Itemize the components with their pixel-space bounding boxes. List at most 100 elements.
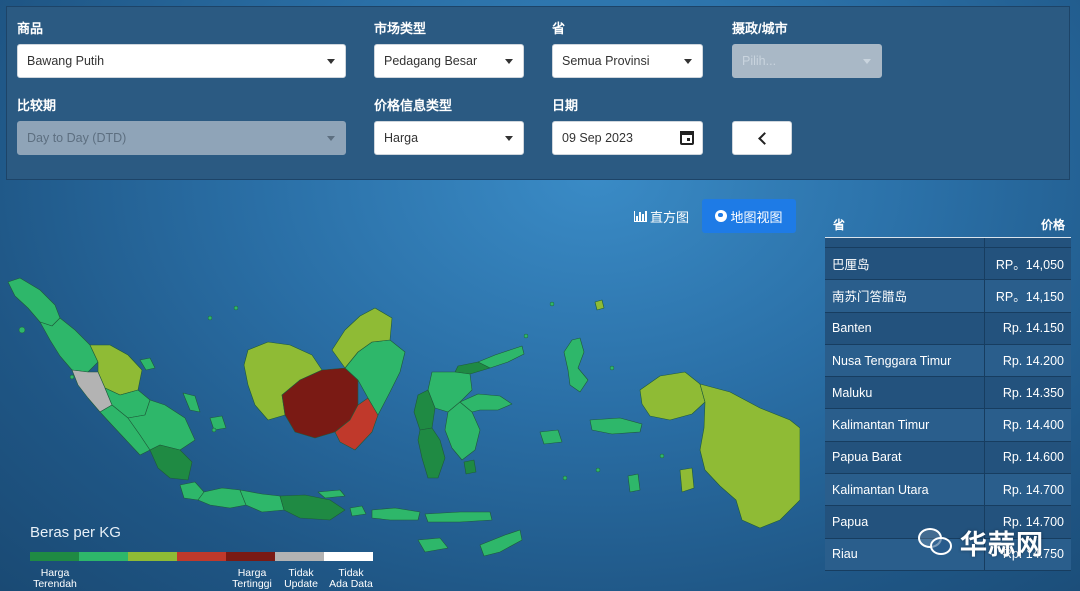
price-table: 省 价格 巴厘岛 RP。14,050 南苏门答腊岛 RP。14,150 Banten… — [825, 205, 1071, 571]
comparison-select[interactable]: Day to Day (DTD) — [17, 121, 346, 155]
region-ntt-flores[interactable] — [424, 511, 493, 523]
region-sulawesi-selatan[interactable] — [417, 427, 446, 479]
table-cell-price: RP。14,150 — [995, 290, 1064, 305]
table-row[interactable]: Kalimantan Timur Rp. 14.400 — [825, 409, 1071, 442]
island-small — [69, 374, 75, 380]
region-papua-barat[interactable] — [639, 371, 706, 421]
region-maluku-small1[interactable] — [594, 299, 605, 311]
table-cell-province: Maluku — [825, 377, 985, 409]
table-cell-price: RP。14,050 — [995, 258, 1064, 273]
table-cell-price: Rp. 14.700 — [1002, 482, 1064, 497]
bar-chart-icon — [634, 210, 647, 222]
table-cell-province: Nusa Tenggara Timur — [825, 344, 985, 377]
price-info-select[interactable]: Harga — [374, 121, 524, 155]
table-cell-price: Rp. 14.400 — [1002, 418, 1064, 433]
table-row[interactable]: 巴厘岛 RP。14,050 — [825, 248, 1071, 281]
legend-label-lowest-line2: Terendah — [33, 578, 77, 590]
table-cell-province: Kalimantan Utara — [825, 474, 985, 506]
table-cell-price: Rp. 14.200 — [1002, 353, 1064, 368]
region-jawa-barat[interactable] — [197, 487, 247, 509]
map-view-label: 地图视图 — [730, 209, 783, 225]
table-row[interactable]: Kalimantan Utara Rp. 14.700 — [825, 474, 1071, 507]
market-type-select[interactable]: Pedagang Besar — [374, 44, 524, 78]
market-type-select-value: Pedagang Besar — [384, 54, 478, 68]
wechat-icon — [918, 527, 952, 558]
region-ntt-timor[interactable] — [479, 529, 523, 557]
chevron-down-icon — [684, 59, 692, 64]
chevron-down-icon — [327, 136, 335, 141]
province-select[interactable]: Semua Provinsi — [552, 44, 703, 78]
island-small — [18, 326, 26, 334]
region-bangka-belitung[interactable] — [182, 392, 201, 413]
back-button[interactable] — [732, 121, 792, 155]
table-row[interactable]: Papua Barat Rp. 14.600 — [825, 441, 1071, 475]
region-bali[interactable] — [349, 505, 367, 517]
region-maluku-buru[interactable] — [539, 429, 563, 445]
table-row[interactable]: Maluku Rp. 14.350 — [825, 377, 1071, 410]
comparison-label: 比较期 — [17, 98, 57, 113]
commodity-select-value: Bawang Putih — [27, 54, 105, 68]
region-maluku-utara[interactable] — [563, 337, 589, 393]
region-jawa-timur[interactable] — [279, 494, 346, 521]
region-aceh[interactable] — [7, 277, 61, 327]
island-small — [523, 333, 529, 339]
regency-select-placeholder: Pilih... — [742, 54, 777, 68]
comparison-select-value: Day to Day (DTD) — [27, 131, 127, 145]
commodity-label: 商品 — [17, 21, 44, 36]
region-belitung[interactable] — [209, 415, 227, 431]
table-row[interactable]: Nusa Tenggara Timur Rp. 14.200 — [825, 344, 1071, 378]
region-ntb[interactable] — [371, 507, 421, 521]
legend-swatch-6 — [275, 552, 324, 561]
column-header-price[interactable]: 价格 — [1041, 216, 1065, 233]
legend-label-no-update: Tidak Update — [276, 568, 326, 590]
map-view-button[interactable]: 地图视图 — [702, 199, 796, 233]
column-header-province[interactable]: 省 — [833, 216, 845, 233]
histogram-view-button[interactable]: 直方图 — [626, 200, 697, 232]
legend-label-highest-line2: Tertinggi — [232, 578, 272, 590]
chevron-down-icon — [863, 59, 871, 64]
indonesia-map — [7, 277, 800, 557]
island-small — [609, 365, 615, 371]
table-row[interactable]: Banten Rp. 14.150 — [825, 312, 1071, 345]
island-small — [233, 305, 239, 311]
region-maluku-tanimbar[interactable] — [627, 473, 641, 493]
legend-swatch-3 — [128, 552, 177, 561]
regency-select[interactable]: Pilih... — [732, 44, 882, 78]
filter-panel: 商品 Bawang Putih 市场类型 Pedagang Besar 省 Se… — [6, 6, 1070, 180]
price-info-label: 价格信息类型 — [374, 98, 453, 113]
region-maluku-seram[interactable] — [589, 417, 643, 435]
table-cell-price: Rp. 14.600 — [1002, 450, 1064, 465]
legend-title: Beras per KG — [30, 524, 121, 541]
region-ntt-sumba[interactable] — [417, 537, 449, 553]
table-cell-price: Rp. 14.350 — [1002, 385, 1064, 400]
calendar-icon[interactable] — [680, 131, 694, 145]
region-sumatera-utara[interactable] — [39, 317, 99, 373]
table-cell-province: 巴厘岛 — [825, 248, 985, 280]
date-input[interactable]: 09 Sep 2023 — [552, 121, 703, 155]
legend-swatch-2 — [79, 552, 128, 561]
price-info-select-value: Harga — [384, 131, 419, 145]
table-cell-province: 南苏门答腊岛 — [825, 280, 985, 312]
region-madura[interactable] — [317, 489, 346, 499]
legend-swatch-5 — [226, 552, 275, 561]
commodity-select[interactable]: Bawang Putih — [17, 44, 346, 78]
region-sulawesi-utara[interactable] — [477, 345, 525, 369]
island-small — [207, 315, 213, 321]
region-jawa-tengah[interactable] — [239, 489, 285, 513]
region-maluku-aru[interactable] — [679, 467, 695, 493]
region-buton[interactable] — [463, 459, 477, 475]
table-cell-province: Papua Barat — [825, 441, 985, 474]
island-small — [211, 427, 217, 433]
watermark: 华蒜网 — [918, 523, 1044, 562]
legend-swatch-7 — [324, 552, 373, 561]
region-lampung[interactable] — [149, 444, 193, 481]
region-papua[interactable] — [699, 383, 800, 529]
date-label: 日期 — [552, 98, 579, 113]
legend-swatch-1 — [30, 552, 79, 561]
region-kepri[interactable] — [139, 357, 156, 371]
table-cell-price: Rp. 14.150 — [1002, 321, 1064, 336]
table-row[interactable]: 南苏门答腊岛 RP。14,150 — [825, 280, 1071, 313]
date-input-value: 09 Sep 2023 — [562, 131, 633, 145]
watermark-text: 华蒜网 — [960, 530, 1044, 560]
legend-label-no-data: Tidak Ada Data — [326, 568, 376, 590]
